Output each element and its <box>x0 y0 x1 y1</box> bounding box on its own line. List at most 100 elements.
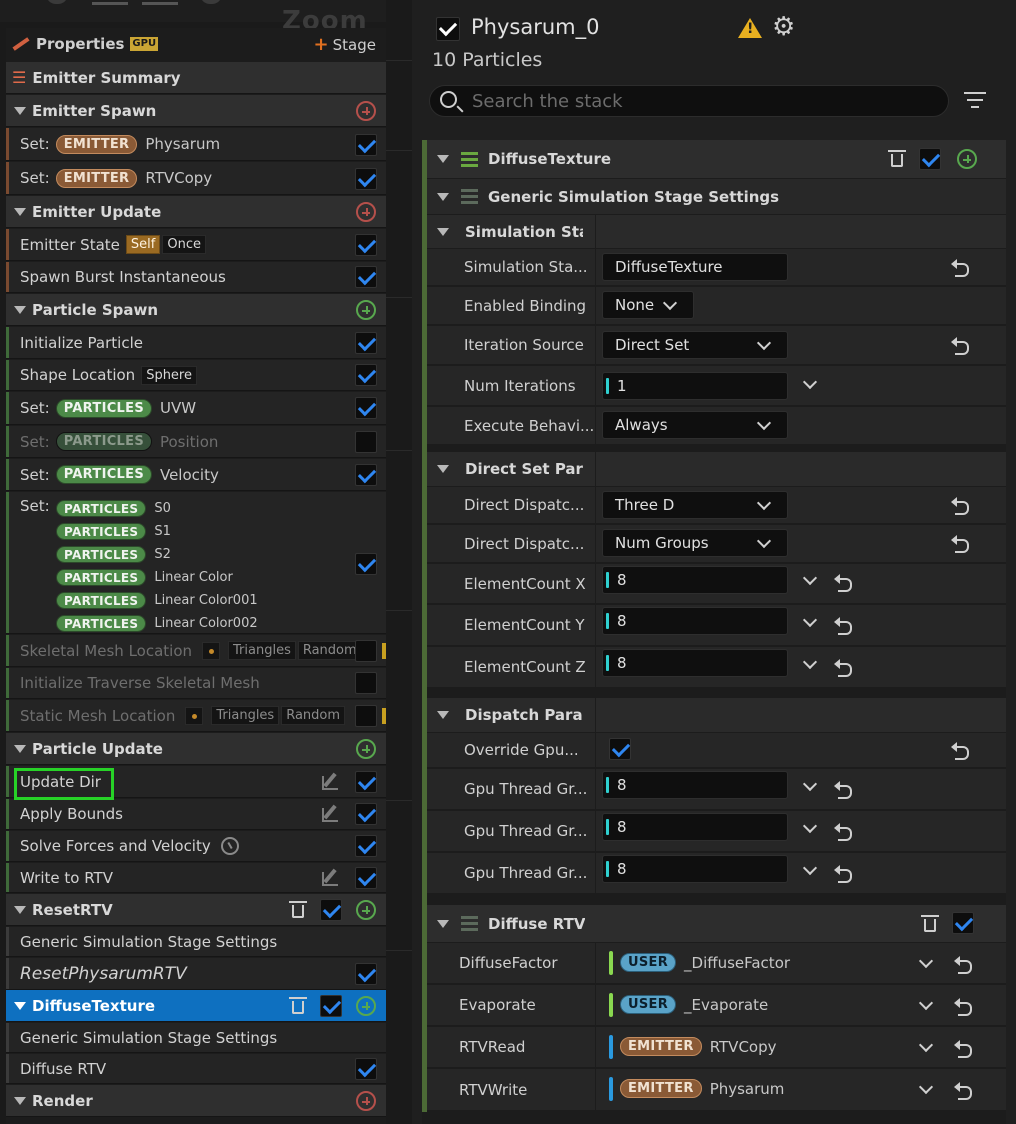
edit-script-icon[interactable] <box>322 804 342 822</box>
solve-forces-module[interactable]: Solve Forces and Velocity <box>6 831 386 862</box>
enable-checkbox[interactable] <box>355 640 377 662</box>
gpu-thread-input[interactable]: 8 <box>602 771 788 799</box>
init-traverse-skeletal-mesh-module[interactable]: Initialize Traverse Skeletal Mesh <box>6 668 386 699</box>
reset-to-default-icon[interactable] <box>834 781 852 799</box>
trash-icon[interactable] <box>289 901 307 918</box>
static-mesh-location-module[interactable]: Static Mesh Location Triangles Random <box>6 700 386 732</box>
enable-checkbox[interactable] <box>355 705 377 727</box>
chevron-down-icon[interactable] <box>802 570 818 586</box>
linked-parameter[interactable]: USER _DiffuseFactor <box>620 953 790 972</box>
chevron-down-icon[interactable] <box>802 654 818 670</box>
direct-set-category[interactable]: Direct Set Parameters <box>427 452 1006 486</box>
enabled-binding-dropdown[interactable]: None <box>602 291 694 319</box>
enable-checkbox[interactable] <box>355 835 377 857</box>
enable-checkbox[interactable] <box>355 672 377 694</box>
gpu-thread-input[interactable]: 8 <box>602 855 788 883</box>
emitter-summary-header[interactable]: ☰ Emitter Summary <box>6 62 386 94</box>
chevron-down-icon[interactable] <box>918 953 934 969</box>
add-module-icon[interactable] <box>356 101 376 121</box>
collapse-triangle-icon[interactable] <box>14 905 26 914</box>
enable-checkbox[interactable] <box>355 234 377 256</box>
chevron-down-icon[interactable] <box>802 776 818 792</box>
diffuse-texture-header[interactable]: DiffuseTexture <box>6 990 386 1022</box>
collapse-triangle-icon[interactable] <box>14 1096 26 1105</box>
collapse-triangle-icon[interactable] <box>437 711 449 719</box>
collapse-triangle-icon[interactable] <box>437 465 449 473</box>
enable-checkbox[interactable] <box>355 963 377 985</box>
enable-checkbox[interactable] <box>320 899 342 921</box>
element-count-x-input[interactable]: 8 <box>602 566 788 594</box>
add-module-icon[interactable] <box>356 300 376 320</box>
particle-spawn-header[interactable]: Particle Spawn <box>6 294 386 326</box>
enable-checkbox[interactable] <box>355 553 377 575</box>
reset-generic-settings[interactable]: Generic Simulation Stage Settings <box>6 927 386 957</box>
emitter-enable-checkbox[interactable] <box>436 17 460 41</box>
reset-to-default-icon[interactable] <box>954 1040 972 1058</box>
reset-physarum-rtv-module[interactable]: ResetPhysarumRTV <box>6 958 386 990</box>
render-header[interactable]: Render <box>6 1085 386 1117</box>
skeletal-mesh-location-module[interactable]: Skeletal Mesh Location Triangles Random <box>6 635 386 667</box>
collapse-triangle-icon[interactable] <box>14 106 26 115</box>
collapse-triangle-icon[interactable] <box>14 305 26 314</box>
reset-to-default-icon[interactable] <box>951 337 969 355</box>
chevron-down-icon[interactable] <box>802 612 818 628</box>
set-emitter-rtvcopy[interactable]: Set: EMITTER RTVCopy <box>6 162 386 195</box>
set-particles-multi[interactable]: Set: PARTICLES S0 PARTICLES S1 PARTICLES S2… <box>6 492 386 634</box>
enable-checkbox[interactable] <box>355 364 377 386</box>
edit-script-icon[interactable] <box>322 868 342 886</box>
properties-label[interactable]: Properties <box>36 35 124 53</box>
diffuse-rtv-header[interactable]: Diffuse RTV <box>427 905 1006 942</box>
reset-to-default-icon[interactable] <box>951 497 969 515</box>
reset-to-default-icon[interactable] <box>954 1082 972 1100</box>
enable-checkbox[interactable] <box>355 431 377 453</box>
diffuse-generic-settings[interactable]: Generic Simulation Stage Settings <box>6 1023 386 1053</box>
chevron-down-icon[interactable] <box>918 1079 934 1095</box>
gpu-thread-input[interactable]: 8 <box>602 813 788 841</box>
reset-rtv-header[interactable]: ResetRTV <box>6 894 386 926</box>
enable-checkbox[interactable] <box>355 771 377 793</box>
trash-icon[interactable] <box>888 150 906 167</box>
reset-to-default-icon[interactable] <box>951 535 969 553</box>
set-particles-velocity[interactable]: Set: PARTICLES Velocity <box>6 459 386 491</box>
stack-diffuse-texture-header[interactable]: DiffuseTexture <box>427 140 1006 178</box>
reset-to-default-icon[interactable] <box>834 574 852 592</box>
enable-checkbox[interactable] <box>355 1058 377 1080</box>
diffuse-rtv-module[interactable]: Diffuse RTV <box>6 1054 386 1084</box>
linked-parameter[interactable]: USER _Evaporate <box>620 995 768 1014</box>
add-stage-button[interactable]: + Stage <box>314 34 376 55</box>
reset-to-default-icon[interactable] <box>951 259 969 277</box>
edit-script-icon[interactable] <box>322 772 342 790</box>
warning-icon[interactable] <box>738 18 762 38</box>
apply-bounds-module[interactable]: Apply Bounds <box>6 799 386 830</box>
trash-icon[interactable] <box>289 997 307 1014</box>
chevron-down-icon[interactable] <box>802 860 818 876</box>
add-module-icon[interactable] <box>356 202 376 222</box>
enable-checkbox[interactable] <box>320 995 342 1017</box>
collapse-triangle-icon[interactable] <box>14 207 26 216</box>
enable-checkbox[interactable] <box>952 912 974 934</box>
dispatch-type-dropdown[interactable]: Three D <box>602 491 788 519</box>
particle-update-header[interactable]: Particle Update <box>6 733 386 765</box>
emitter-spawn-header[interactable]: Emitter Spawn <box>6 95 386 127</box>
emitter-update-header[interactable]: Emitter Update <box>6 196 386 228</box>
shape-location-module[interactable]: Shape Location Sphere <box>6 360 386 391</box>
enable-checkbox[interactable] <box>355 332 377 354</box>
spawn-burst-module[interactable]: Spawn Burst Instantaneous <box>6 262 386 293</box>
filter-icon[interactable] <box>964 92 986 110</box>
enable-checkbox[interactable] <box>919 148 941 170</box>
collapse-triangle-icon[interactable] <box>14 1001 26 1010</box>
element-count-y-input[interactable]: 8 <box>602 607 788 635</box>
set-emitter-physarum[interactable]: Set: EMITTER Physarum <box>6 128 386 161</box>
reset-to-default-icon[interactable] <box>834 659 852 677</box>
chevron-down-icon[interactable] <box>802 374 818 390</box>
simulation-stage-category[interactable]: Simulation Stage <box>427 215 1006 248</box>
enable-checkbox[interactable] <box>355 168 377 190</box>
initialize-particle-module[interactable]: Initialize Particle <box>6 327 386 359</box>
dispatch-category[interactable]: Dispatch Parameters <box>427 698 1006 732</box>
execute-behavior-dropdown[interactable]: Always <box>602 411 788 439</box>
reset-to-default-icon[interactable] <box>954 956 972 974</box>
iteration-source-dropdown[interactable]: Direct Set <box>602 331 788 359</box>
add-module-icon[interactable] <box>356 739 376 759</box>
linked-parameter[interactable]: EMITTER Physarum <box>620 1079 784 1098</box>
set-particles-position[interactable]: Set: PARTICLES Position <box>6 426 386 458</box>
